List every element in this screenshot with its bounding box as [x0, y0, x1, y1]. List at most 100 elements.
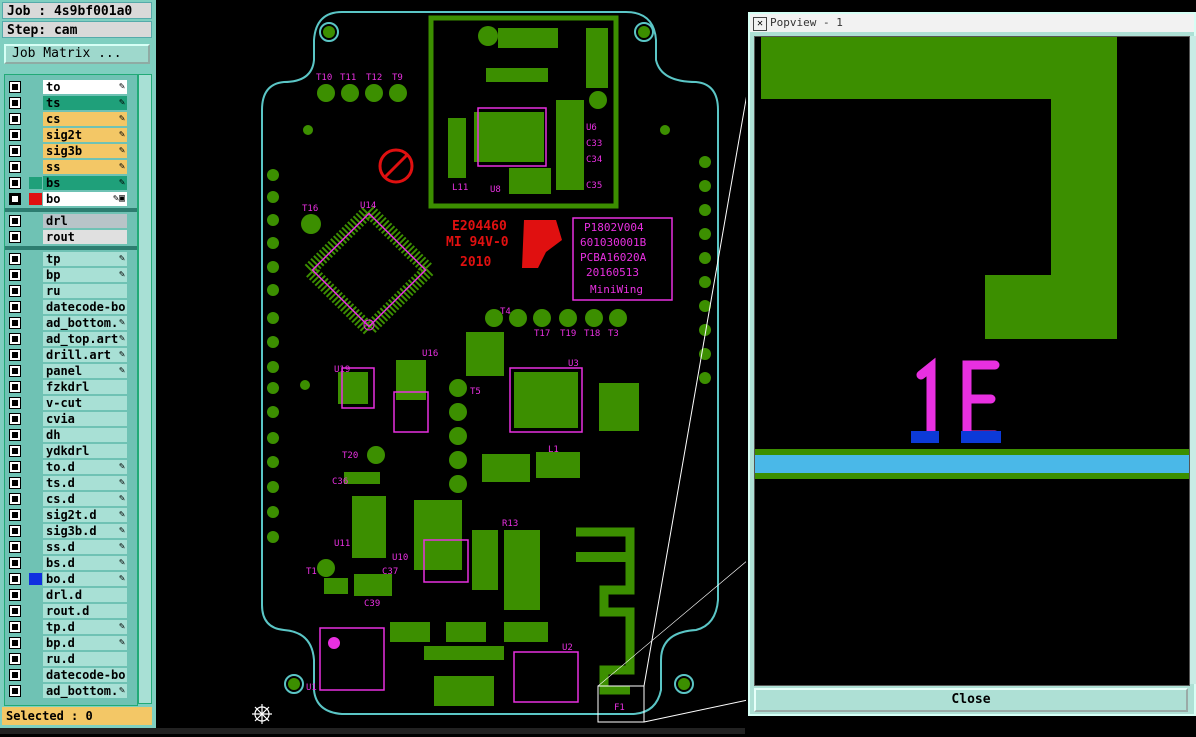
- layer-checkbox[interactable]: [9, 129, 21, 141]
- layer-name[interactable]: bs.d ✎: [43, 556, 127, 570]
- layer-name[interactable]: tp.d ✎: [43, 620, 127, 634]
- layer-checkbox[interactable]: [9, 573, 21, 585]
- layer-row-ru-d[interactable]: ru.d: [5, 651, 137, 667]
- layer-row-panel[interactable]: panel ✎: [5, 363, 137, 379]
- layer-row-dh[interactable]: dh: [5, 427, 137, 443]
- layer-row-ts[interactable]: ts ✎: [5, 95, 137, 111]
- layer-row-drill-art[interactable]: drill.art ✎: [5, 347, 137, 363]
- layer-name[interactable]: to.d ✎: [43, 460, 127, 474]
- layer-name[interactable]: ru: [43, 284, 127, 298]
- layer-name[interactable]: cvia: [43, 412, 127, 426]
- layer-row-bo[interactable]: bo ✎▣: [5, 191, 137, 207]
- layer-name[interactable]: rout.d: [43, 604, 127, 618]
- layer-checkbox[interactable]: [9, 653, 21, 665]
- layer-row-ad-top-art[interactable]: ad_top.art ✎: [5, 331, 137, 347]
- layer-checkbox[interactable]: [9, 349, 21, 361]
- layer-checkbox[interactable]: [9, 429, 21, 441]
- close-window-icon[interactable]: ✕: [753, 17, 767, 31]
- layer-name[interactable]: datecode-bo: [43, 668, 127, 682]
- layer-row-sig3b[interactable]: sig3b ✎: [5, 143, 137, 159]
- layer-name[interactable]: ru.d: [43, 652, 127, 666]
- layer-checkbox[interactable]: [9, 215, 21, 227]
- layer-name[interactable]: cs ✎: [43, 112, 127, 126]
- popview-scrollbar[interactable]: [1190, 36, 1196, 684]
- layer-checkbox[interactable]: [9, 161, 21, 173]
- layer-checkbox[interactable]: [9, 253, 21, 265]
- layer-row-tp-d[interactable]: tp.d ✎: [5, 619, 137, 635]
- layer-name[interactable]: bs ✎: [43, 176, 127, 190]
- layer-name[interactable]: fzkdrl: [43, 380, 127, 394]
- layer-row-ss[interactable]: ss ✎: [5, 159, 137, 175]
- layer-row-v-cut[interactable]: v-cut: [5, 395, 137, 411]
- layer-checkbox[interactable]: [9, 621, 21, 633]
- layer-row-rout[interactable]: rout: [5, 229, 137, 245]
- layer-checkbox[interactable]: [9, 605, 21, 617]
- layer-name[interactable]: dh: [43, 428, 127, 442]
- layer-name[interactable]: tp ✎: [43, 252, 127, 266]
- layer-checkbox[interactable]: [9, 541, 21, 553]
- layer-row-bs-d[interactable]: bs.d ✎: [5, 555, 137, 571]
- layer-row-drl-d[interactable]: drl.d: [5, 587, 137, 603]
- layer-name[interactable]: v-cut: [43, 396, 127, 410]
- layer-checkbox[interactable]: [9, 397, 21, 409]
- layer-checkbox[interactable]: [9, 525, 21, 537]
- layer-checkbox[interactable]: [9, 365, 21, 377]
- layer-name[interactable]: ss.d ✎: [43, 540, 127, 554]
- layer-name[interactable]: bo.d ✎: [43, 572, 127, 586]
- job-matrix-button[interactable]: Job Matrix ...: [4, 44, 150, 64]
- layer-name[interactable]: sig2t ✎: [43, 128, 127, 142]
- layer-list-scrollbar[interactable]: [138, 74, 152, 704]
- layer-name[interactable]: to ✎: [43, 80, 127, 94]
- layer-checkbox[interactable]: [9, 669, 21, 681]
- layer-name[interactable]: ts.d ✎: [43, 476, 127, 490]
- layer-row-bo-d[interactable]: bo.d ✎: [5, 571, 137, 587]
- layer-row-ad-bottom-[interactable]: ad_bottom. ✎: [5, 683, 137, 699]
- layer-name[interactable]: ad_top.art ✎: [43, 332, 127, 346]
- layer-row-sig2t-d[interactable]: sig2t.d ✎: [5, 507, 137, 523]
- popview-window[interactable]: Popview - 1 ✕ E1 Close: [748, 12, 1196, 716]
- layer-row-ts-d[interactable]: ts.d ✎: [5, 475, 137, 491]
- layer-name[interactable]: sig2t.d ✎: [43, 508, 127, 522]
- layer-checkbox[interactable]: [9, 301, 21, 313]
- layer-name[interactable]: bp.d ✎: [43, 636, 127, 650]
- layer-checkbox[interactable]: [9, 333, 21, 345]
- layer-checkbox[interactable]: [9, 381, 21, 393]
- layer-name[interactable]: sig3b ✎: [43, 144, 127, 158]
- layer-row-fzkdrl[interactable]: fzkdrl: [5, 379, 137, 395]
- popview-canvas[interactable]: E1: [754, 36, 1190, 686]
- layer-name[interactable]: ydkdrl: [43, 444, 127, 458]
- layer-checkbox[interactable]: [9, 231, 21, 243]
- layer-name[interactable]: drl.d: [43, 588, 127, 602]
- layer-name[interactable]: bo ✎▣: [43, 192, 127, 206]
- layer-row-cs[interactable]: cs ✎: [5, 111, 137, 127]
- layer-name[interactable]: datecode-bo: [43, 300, 127, 314]
- layer-name[interactable]: ad_bottom. ✎: [43, 684, 127, 698]
- layer-checkbox[interactable]: [9, 509, 21, 521]
- layer-checkbox[interactable]: [9, 145, 21, 157]
- layer-checkbox[interactable]: [9, 97, 21, 109]
- layer-checkbox[interactable]: [9, 317, 21, 329]
- layer-row-to-d[interactable]: to.d ✎: [5, 459, 137, 475]
- layer-row-rout-d[interactable]: rout.d: [5, 603, 137, 619]
- layer-row-drl[interactable]: drl: [5, 213, 137, 229]
- layer-row-bs[interactable]: bs ✎: [5, 175, 137, 191]
- layer-row-ad-bottom-[interactable]: ad_bottom. ✎: [5, 315, 137, 331]
- layer-row-cvia[interactable]: cvia: [5, 411, 137, 427]
- layer-checkbox[interactable]: [9, 413, 21, 425]
- pcb-canvas[interactable]: E204460 MI 94V-0 2010 P1802V004 60103000…: [156, 0, 749, 734]
- layer-checkbox[interactable]: [9, 589, 21, 601]
- layer-checkbox[interactable]: [9, 445, 21, 457]
- layer-name[interactable]: rout: [43, 230, 127, 244]
- layer-row-ydkdrl[interactable]: ydkdrl: [5, 443, 137, 459]
- layer-checkbox[interactable]: [9, 285, 21, 297]
- layer-checkbox[interactable]: [9, 193, 21, 205]
- layer-checkbox[interactable]: [9, 81, 21, 93]
- layer-checkbox[interactable]: [9, 493, 21, 505]
- layer-checkbox[interactable]: [9, 557, 21, 569]
- layer-name[interactable]: drill.art ✎: [43, 348, 127, 362]
- layer-row-ru[interactable]: ru: [5, 283, 137, 299]
- layer-checkbox[interactable]: [9, 477, 21, 489]
- layer-name[interactable]: sig3b.d ✎: [43, 524, 127, 538]
- layer-row-sig2t[interactable]: sig2t ✎: [5, 127, 137, 143]
- layer-row-datecode-bo[interactable]: datecode-bo: [5, 667, 137, 683]
